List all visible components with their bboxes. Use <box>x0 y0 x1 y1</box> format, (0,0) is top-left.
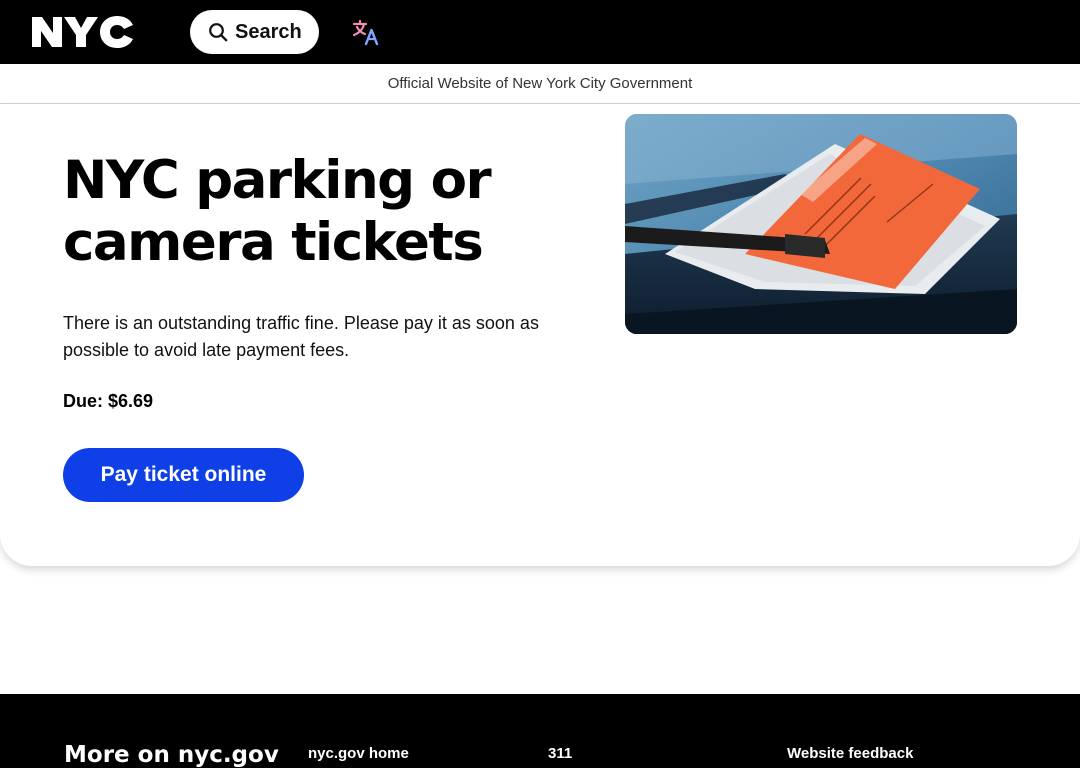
nyc-logo-icon <box>32 16 133 48</box>
footer-link-311[interactable]: 311 <box>548 745 572 762</box>
official-website-text: Official Website of New York City Govern… <box>387 75 693 92</box>
footer-title: More on nyc.gov <box>64 742 279 768</box>
pay-ticket-online-button[interactable]: Pay ticket online <box>63 448 304 502</box>
page-title: NYC parking or camera tickets <box>63 150 492 273</box>
top-navigation-bar: Search <box>0 0 1080 64</box>
search-label: Search <box>235 20 302 43</box>
fine-description: There is an outstanding traffic fine. Pl… <box>63 313 539 360</box>
search-icon <box>209 23 228 42</box>
hero-card: NYC parking or camera tickets There is a… <box>0 104 1080 566</box>
footer-link-website-feedback[interactable]: Website feedback <box>787 745 913 762</box>
amount-due: Due: $6.69 <box>63 391 153 412</box>
footer: More on nyc.gov nyc.gov home 311 Website… <box>0 694 1080 768</box>
official-website-banner: Official Website of New York City Govern… <box>0 64 1080 104</box>
parking-ticket-photo <box>625 114 1017 334</box>
parking-ticket-illustration <box>625 114 1017 334</box>
amount-due-label: Due: <box>63 391 103 411</box>
nyc-logo[interactable] <box>31 14 134 50</box>
translate-button[interactable] <box>350 18 382 46</box>
translate-icon <box>352 19 379 46</box>
footer-link-nyc-gov-home[interactable]: nyc.gov home <box>308 745 409 762</box>
search-button[interactable]: Search <box>190 10 319 54</box>
amount-due-value: $6.69 <box>108 391 154 411</box>
